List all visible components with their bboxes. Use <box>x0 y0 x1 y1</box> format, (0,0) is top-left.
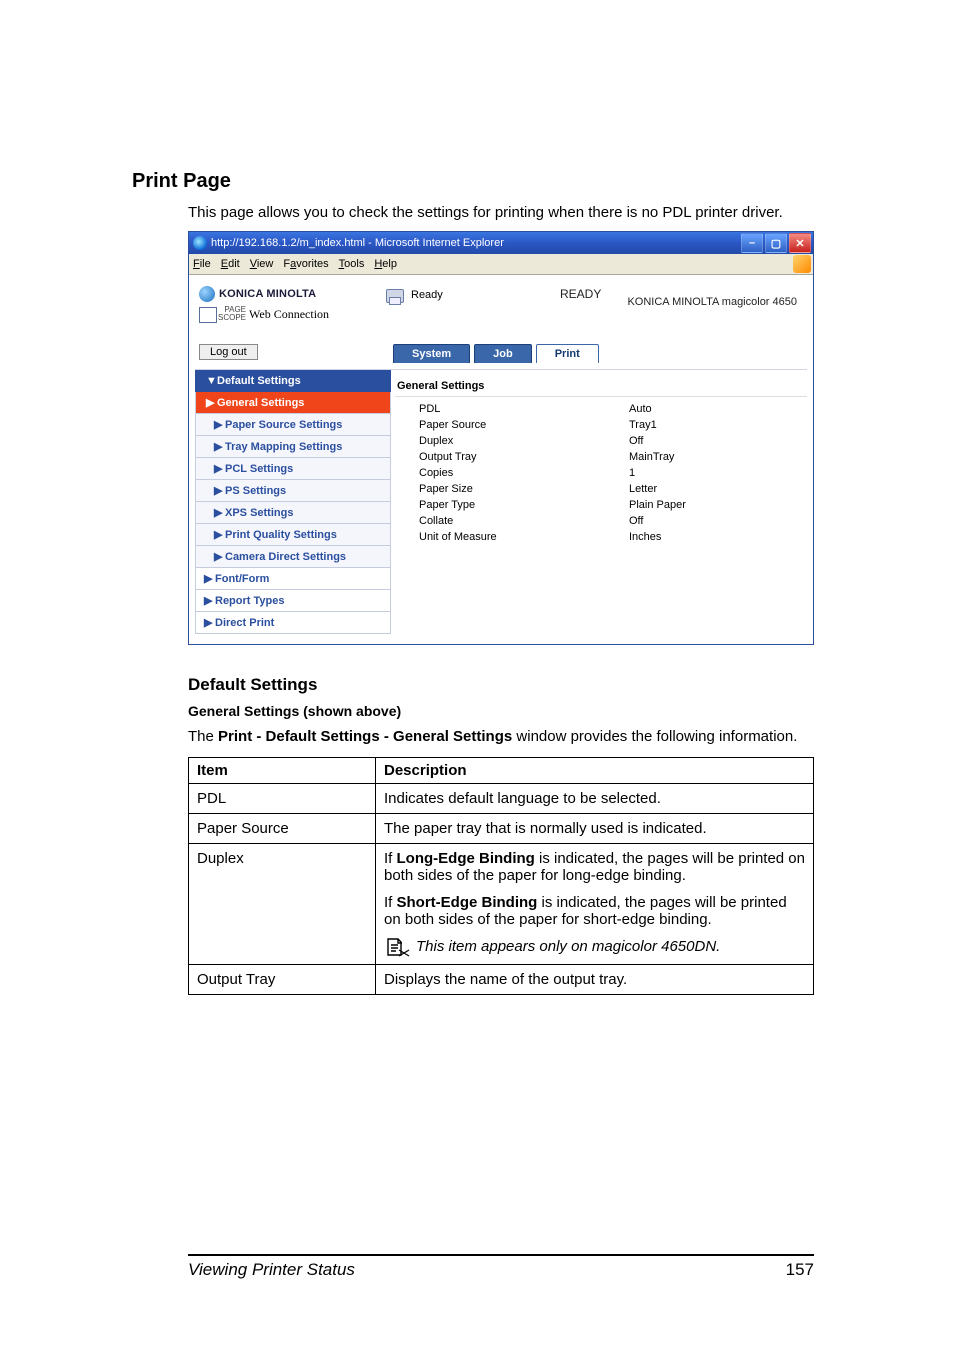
maximize-button[interactable]: ▢ <box>765 233 787 253</box>
sidebar-item-paper-source-settings[interactable]: ▶Paper Source Settings <box>195 414 391 436</box>
table-row: Output Tray Displays the name of the out… <box>189 964 814 994</box>
sidebar-item-pcl-settings[interactable]: ▶PCL Settings <box>195 458 391 480</box>
browser-window: http://192.168.1.2/m_index.html - Micros… <box>188 231 814 645</box>
kv-row: PDLAuto <box>395 401 807 417</box>
tab-job[interactable]: Job <box>474 344 532 363</box>
sidebar: ▼Default Settings ▶General Settings ▶Pap… <box>195 370 391 634</box>
table-row: Duplex If Long-Edge Binding is indicated… <box>189 843 814 964</box>
th-item: Item <box>189 757 376 783</box>
globe-icon <box>199 286 215 302</box>
table-row: PDL Indicates default language to be sel… <box>189 783 814 813</box>
brand-logo: KONICA MINOLTA <box>199 286 383 302</box>
subsection-title: Default Settings <box>188 675 814 695</box>
ie-logo-icon <box>193 236 207 250</box>
menu-view[interactable]: View <box>250 258 274 270</box>
ready-indicator: READY <box>560 287 601 301</box>
pagescope-logo: PAGESCOPE Web Connection <box>199 306 383 322</box>
kv-row: Output TrayMainTray <box>395 449 807 465</box>
status-text: Ready <box>411 289 443 301</box>
menu-help[interactable]: Help <box>374 258 397 270</box>
kv-row: Paper SourceTray1 <box>395 417 807 433</box>
ie-throbber-icon <box>793 255 811 273</box>
close-button[interactable]: ✕ <box>789 233 811 253</box>
menu-tools[interactable]: Tools <box>339 258 365 270</box>
kv-row: CollateOff <box>395 513 807 529</box>
sidebar-item-print-quality-settings[interactable]: ▶Print Quality Settings <box>195 524 391 546</box>
logout-button[interactable]: Log out <box>199 344 258 360</box>
menu-favorites[interactable]: Favorites <box>283 258 328 270</box>
note-icon <box>384 936 412 958</box>
menu-edit[interactable]: Edit <box>221 258 240 270</box>
table-row: Paper Source The paper tray that is norm… <box>189 813 814 843</box>
tab-system[interactable]: System <box>393 344 470 363</box>
content-pane: General Settings PDLAuto Paper SourceTra… <box>391 370 807 634</box>
printer-status-icon <box>383 287 405 305</box>
intro-paragraph: This page allows you to check the settin… <box>188 203 814 223</box>
sidebar-item-direct-print[interactable]: ▶Direct Print <box>195 612 391 634</box>
sidebar-item-ps-settings[interactable]: ▶PS Settings <box>195 480 391 502</box>
device-name: KONICA MINOLTA magicolor 4650 <box>627 296 797 308</box>
tab-bar: System Job Print <box>393 344 807 363</box>
kv-row: DuplexOff <box>395 433 807 449</box>
minimize-button[interactable]: – <box>741 233 763 253</box>
footer-rule <box>188 1254 814 1256</box>
kv-row: Copies1 <box>395 465 807 481</box>
window-titlebar: http://192.168.1.2/m_index.html - Micros… <box>189 232 813 254</box>
subsection-subtitle: General Settings (shown above) <box>188 703 814 719</box>
sidebar-item-general-settings[interactable]: ▶General Settings <box>195 392 391 414</box>
window-title: http://192.168.1.2/m_index.html - Micros… <box>211 237 741 249</box>
pane-title: General Settings <box>395 374 807 397</box>
footer-page-number: 157 <box>786 1260 814 1280</box>
sidebar-item-font-form[interactable]: ▶Font/Form <box>195 568 391 590</box>
kv-row: Paper SizeLetter <box>395 481 807 497</box>
pagescope-icon <box>199 307 215 321</box>
menu-file[interactable]: File <box>193 258 211 270</box>
note-text: This item appears only on magicolor 4650… <box>416 938 720 955</box>
pagescope-label: Web Connection <box>249 307 329 322</box>
sidebar-header-default-settings[interactable]: ▼Default Settings <box>195 370 391 392</box>
kv-row: Unit of MeasureInches <box>395 529 807 545</box>
sidebar-item-report-types[interactable]: ▶Report Types <box>195 590 391 612</box>
th-description: Description <box>376 757 814 783</box>
brand-name: KONICA MINOLTA <box>219 288 316 300</box>
tab-print[interactable]: Print <box>536 344 599 363</box>
pagescope-small: PAGESCOPE <box>218 306 246 322</box>
info-table: Item Description PDL Indicates default l… <box>188 757 814 995</box>
sidebar-item-camera-direct-settings[interactable]: ▶Camera Direct Settings <box>195 546 391 568</box>
menu-bar: File Edit View Favorites Tools Help <box>189 254 813 275</box>
footer-left: Viewing Printer Status <box>188 1260 355 1280</box>
lead-paragraph: The Print - Default Settings - General S… <box>188 727 814 747</box>
kv-row: Paper TypePlain Paper <box>395 497 807 513</box>
sidebar-item-xps-settings[interactable]: ▶XPS Settings <box>195 502 391 524</box>
section-title: Print Page <box>132 170 814 193</box>
sidebar-item-tray-mapping-settings[interactable]: ▶Tray Mapping Settings <box>195 436 391 458</box>
